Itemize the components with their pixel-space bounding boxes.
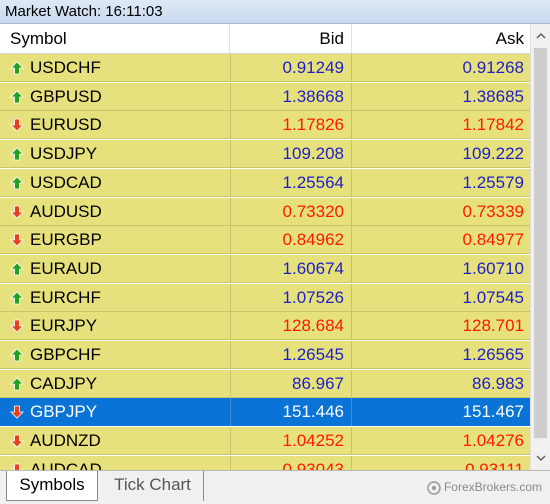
symbol-cell: USDCHF: [30, 58, 101, 77]
arrow-down-icon: [10, 319, 24, 333]
scroll-down-icon[interactable]: [533, 450, 549, 466]
bid-cell: 1.26545: [230, 341, 352, 369]
ask-cell: 0.93111: [465, 460, 524, 470]
bid-cell: 1.60674: [230, 255, 352, 283]
scrollbar-thumb[interactable]: [534, 48, 547, 438]
arrow-down-icon: [10, 463, 24, 470]
ask-cell: 1.17842: [462, 115, 524, 134]
arrow-up-icon: [10, 147, 24, 161]
window-titlebar: Market Watch: 16:11:03: [0, 0, 550, 24]
symbol-cell: GBPJPY: [30, 402, 98, 421]
forexbrokers-logo-icon: [427, 481, 441, 495]
arrow-up-icon: [10, 262, 24, 276]
ask-cell: 128.701: [462, 316, 524, 335]
symbol-cell: GBPCHF: [30, 345, 101, 364]
table-row[interactable]: EURAUD 1.60674 1.60710: [0, 255, 530, 283]
bid-cell: 1.07526: [230, 284, 352, 312]
ask-cell: 151.467: [462, 402, 524, 421]
arrow-up-icon: [10, 61, 24, 75]
ask-cell: 0.73339: [462, 202, 524, 221]
bid-cell: 109.208: [230, 140, 352, 168]
symbols-table-body: USDCHF 0.91249 0.91268 GBPUSD 1.38668 1.38685…: [0, 54, 530, 470]
ask-cell: 86.983: [472, 374, 524, 393]
bid-cell: 128.684: [230, 312, 352, 340]
arrow-down-icon: [10, 405, 24, 419]
ask-cell: 1.26565: [462, 345, 524, 364]
bid-cell: 1.38668: [230, 83, 352, 111]
tab-tick-chart[interactable]: Tick Chart: [102, 471, 204, 501]
arrow-up-icon: [10, 176, 24, 190]
table-row[interactable]: USDJPY 109.208 109.222: [0, 140, 530, 168]
ask-cell: 1.25579: [462, 173, 524, 192]
vertical-scrollbar[interactable]: [530, 24, 550, 470]
symbol-cell: EURUSD: [30, 115, 102, 134]
ask-cell: 0.84977: [462, 230, 524, 249]
symbol-cell: EURAUD: [30, 259, 102, 278]
symbol-cell: CADJPY: [30, 374, 98, 393]
column-header-bid[interactable]: Bid: [230, 24, 352, 53]
ask-cell: 109.222: [462, 144, 524, 163]
table-header: Symbol Bid Ask: [0, 24, 550, 54]
symbol-cell: USDCAD: [30, 173, 102, 192]
ask-cell: 1.60710: [462, 259, 524, 278]
bid-cell: 0.84962: [230, 226, 352, 254]
table-row[interactable]: EURGBP 0.84962 0.84977: [0, 226, 530, 254]
arrow-up-icon: [10, 291, 24, 305]
table-row[interactable]: AUDUSD 0.73320 0.73339: [0, 198, 530, 226]
table-row[interactable]: USDCAD 1.25564 1.25579: [0, 169, 530, 197]
ask-cell: 1.04276: [462, 431, 524, 450]
symbol-cell: GBPUSD: [30, 87, 102, 106]
table-row[interactable]: CADJPY 86.967 86.983: [0, 370, 530, 398]
tab-symbols[interactable]: Symbols: [6, 471, 98, 501]
table-row[interactable]: EURJPY 128.684 128.701: [0, 312, 530, 340]
watermark-text: ForexBrokers.com: [443, 480, 542, 494]
symbol-cell: AUDCAD: [30, 460, 102, 470]
table-row[interactable]: AUDNZD 1.04252 1.04276: [0, 427, 530, 455]
table-row[interactable]: GBPJPY 151.446 151.467: [0, 398, 530, 426]
bid-cell: 0.93043: [230, 456, 352, 470]
bid-cell: 0.91249: [230, 54, 352, 82]
arrow-down-icon: [10, 434, 24, 448]
table-row[interactable]: AUDCAD 0.93043 0.93111: [0, 456, 530, 470]
arrow-up-icon: [10, 348, 24, 362]
table-row[interactable]: GBPUSD 1.38668 1.38685: [0, 83, 530, 111]
window-title: Market Watch: 16:11:03: [5, 3, 163, 20]
symbol-cell: USDJPY: [30, 144, 98, 163]
symbol-cell: AUDUSD: [30, 202, 102, 221]
bid-cell: 1.04252: [230, 427, 352, 455]
tab-bar: Symbols Tick Chart ForexBrokers.com: [0, 470, 550, 504]
scroll-up-icon[interactable]: [533, 28, 549, 44]
bid-cell: 1.25564: [230, 169, 352, 197]
arrow-down-icon: [10, 118, 24, 132]
symbol-cell: AUDNZD: [30, 431, 101, 450]
arrow-up-icon: [10, 377, 24, 391]
symbol-cell: EURGBP: [30, 230, 102, 249]
arrow-down-icon: [10, 233, 24, 247]
bid-cell: 0.73320: [230, 198, 352, 226]
arrow-down-icon: [10, 205, 24, 219]
watermark: ForexBrokers.com: [427, 479, 542, 495]
symbol-cell: EURJPY: [30, 316, 98, 335]
ask-cell: 0.91268: [462, 58, 524, 77]
bid-cell: 1.17826: [230, 111, 352, 139]
table-row[interactable]: USDCHF 0.91249 0.91268: [0, 54, 530, 82]
ask-cell: 1.38685: [462, 87, 524, 106]
symbol-cell: EURCHF: [30, 288, 101, 307]
bid-cell: 151.446: [230, 398, 352, 426]
bid-cell: 86.967: [230, 370, 352, 398]
arrow-up-icon: [10, 90, 24, 104]
table-row[interactable]: GBPCHF 1.26545 1.26565: [0, 341, 530, 369]
table-row[interactable]: EURCHF 1.07526 1.07545: [0, 284, 530, 312]
ask-cell: 1.07545: [462, 288, 524, 307]
column-header-ask[interactable]: Ask: [352, 24, 530, 53]
table-row[interactable]: EURUSD 1.17826 1.17842: [0, 111, 530, 139]
column-header-symbol[interactable]: Symbol: [0, 24, 230, 53]
